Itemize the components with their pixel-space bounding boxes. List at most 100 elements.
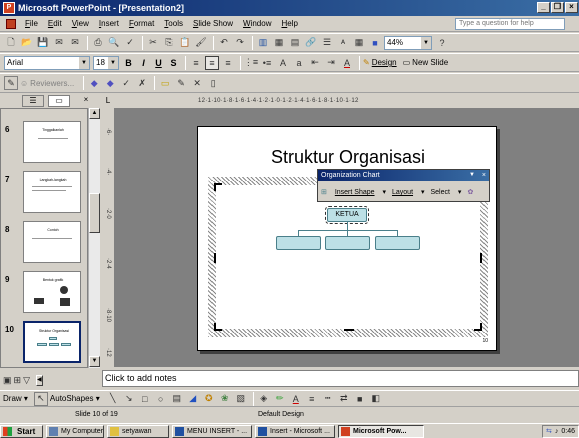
menu-help[interactable]: Help [276, 19, 302, 28]
layout-button[interactable]: Layout ▾ [392, 188, 425, 196]
slide-thumbnail[interactable]: Tinggalkanlah [23, 121, 81, 163]
org-box-child[interactable] [325, 236, 370, 250]
scroll-up-icon[interactable]: ▲ [89, 108, 100, 119]
scroll-thumb[interactable] [89, 193, 100, 233]
menu-format[interactable]: Format [124, 19, 159, 28]
task-menu-insert[interactable]: MENU INSERT - ... [172, 424, 252, 438]
start-button[interactable]: Start [0, 424, 43, 438]
dash-style-icon[interactable]: ┅ [321, 392, 335, 406]
save-icon[interactable]: 💾 [36, 36, 50, 50]
show-formatting-icon[interactable]: ᴬ [336, 36, 350, 50]
font-color-icon[interactable]: A [340, 56, 354, 70]
spelling-icon[interactable]: ✓ [123, 36, 137, 50]
insert-comment-icon[interactable]: ▭ [158, 76, 172, 90]
reviewing-pane-icon[interactable]: ▯ [206, 76, 220, 90]
bold-button[interactable]: B [122, 58, 135, 68]
zoom-select[interactable]: 44% ▼ [384, 35, 432, 50]
shadow-style-icon[interactable]: ■ [353, 392, 367, 406]
diagram-icon[interactable]: ✪ [202, 392, 216, 406]
close-icon[interactable]: × [482, 170, 486, 181]
format-painter-icon[interactable]: 🖌 [194, 36, 208, 50]
task-insert-word[interactable]: Insert - Microsoft ... [255, 424, 335, 438]
previous-item-icon[interactable]: ◆ [87, 76, 101, 90]
task-powerpoint[interactable]: Microsoft Pow... [338, 424, 424, 438]
tab-outline[interactable]: ☰ [22, 95, 44, 107]
align-center-icon[interactable]: ≡ [205, 55, 219, 70]
insert-shape-button[interactable]: ⊞ Insert Shape ▾ [321, 188, 386, 196]
menu-view[interactable]: View [67, 19, 94, 28]
3d-style-icon[interactable]: ◧ [369, 392, 383, 406]
align-right-icon[interactable]: ≡ [221, 56, 235, 70]
slide-thumbnail-selected[interactable]: Struktur Organisasi [23, 321, 81, 363]
network-icon[interactable]: ⇆ [546, 427, 552, 435]
org-box-child[interactable] [375, 236, 420, 250]
help-search-input[interactable]: Type a question for help [455, 18, 565, 30]
tab-slides[interactable]: ▭ [48, 95, 70, 107]
scroll-left-icon[interactable]: ◀ [35, 374, 43, 386]
select-button[interactable]: Select ▾ [431, 188, 462, 196]
clipart-icon[interactable]: ❀ [218, 392, 232, 406]
italic-button[interactable]: I [137, 58, 150, 68]
undo-icon[interactable]: ↶ [217, 36, 231, 50]
arrow-icon[interactable]: ↘ [122, 392, 136, 406]
normal-view-icon[interactable]: ▣ [3, 373, 12, 387]
restore-button[interactable]: ❐ [551, 2, 564, 13]
font-size-select[interactable]: 18 ▼ [93, 55, 119, 70]
font-select[interactable]: Arial ▼ [4, 55, 90, 70]
resize-handle[interactable] [344, 329, 354, 331]
new-icon[interactable]: 🗋 [4, 36, 18, 50]
design-button[interactable]: ✎ Design [363, 58, 397, 67]
decrease-indent-icon[interactable]: ⇤ [308, 56, 322, 70]
help-icon[interactable]: ? [435, 36, 449, 50]
unapply-icon[interactable]: ✗ [135, 76, 149, 90]
line-icon[interactable]: ╲ [106, 392, 120, 406]
underline-button[interactable]: U [152, 58, 165, 68]
scroll-down-icon[interactable]: ▼ [89, 356, 100, 367]
clock[interactable]: 0:46 [561, 428, 575, 435]
permission-icon[interactable]: ✉ [52, 36, 66, 50]
show-grid-icon[interactable]: ▦ [352, 36, 366, 50]
insert-table-icon[interactable]: ▦ [272, 36, 286, 50]
toolbar-options-icon[interactable]: ▼ [469, 170, 475, 181]
apply-icon[interactable]: ✓ [119, 76, 133, 90]
draw-menu-button[interactable]: Draw ▾ [3, 394, 28, 403]
volume-icon[interactable]: ♪ [555, 428, 559, 435]
org-chart-canvas[interactable]: KETUA [214, 183, 482, 331]
wordart-icon[interactable]: ◢ [186, 392, 200, 406]
slide-thumbnail[interactable]: Bentuk grafik [23, 271, 81, 313]
slide-show-icon[interactable]: ▽ [23, 373, 30, 387]
org-chart-toolbar[interactable]: Organization Chart ▼ × ⊞ Insert Shape ▾ … [317, 169, 490, 202]
reviewers-button[interactable]: ☺ Reviewers... [20, 79, 74, 88]
fill-color-icon[interactable]: ◈ [257, 392, 271, 406]
org-chart-toolbar-title[interactable]: Organization Chart ▼ × [318, 170, 489, 181]
menu-file[interactable]: File [20, 19, 43, 28]
cut-icon[interactable]: ✂ [146, 36, 160, 50]
crop-handle[interactable] [214, 323, 222, 331]
slide-thumbnail[interactable]: Contoh [23, 221, 81, 263]
thumbnail-scrollbar[interactable]: ▲ ▼ [88, 108, 100, 368]
delete-comment-icon[interactable]: ✕ [190, 76, 204, 90]
font-color-icon[interactable]: A [289, 392, 303, 406]
crop-handle[interactable] [474, 323, 482, 331]
horizontal-ruler[interactable]: 12·1·10·1·8·1·6·1·4·1·2·1·0·1·2·1·4·1·6·… [114, 96, 579, 107]
edit-comment-icon[interactable]: ✎ [174, 76, 188, 90]
line-style-icon[interactable]: ≡ [305, 392, 319, 406]
org-box-root[interactable]: KETUA [325, 206, 369, 224]
select-objects-icon[interactable]: ↖ [33, 391, 48, 406]
print-preview-icon[interactable]: 🔍 [107, 36, 121, 50]
show-markup-icon[interactable]: ✎ [4, 76, 18, 90]
line-color-icon[interactable]: ✏ [273, 392, 287, 406]
shadow-button[interactable]: S [167, 58, 180, 68]
slide-thumbnail[interactable]: Langkah-langkah [23, 171, 81, 213]
numbering-icon[interactable]: ⋮≡ [244, 56, 258, 70]
bullets-icon[interactable]: •≡ [260, 56, 274, 70]
document-icon[interactable] [6, 18, 16, 29]
slide-sorter-icon[interactable]: ⊞ [14, 373, 22, 387]
picture-icon[interactable]: ▧ [234, 392, 248, 406]
tables-borders-icon[interactable]: ▤ [288, 36, 302, 50]
close-pane-icon[interactable]: × [80, 95, 92, 107]
new-slide-button[interactable]: ▭ New Slide [403, 58, 449, 67]
redo-icon[interactable]: ↷ [233, 36, 247, 50]
slide-title[interactable]: Struktur Organisasi [198, 147, 498, 168]
menu-insert[interactable]: Insert [94, 19, 124, 28]
